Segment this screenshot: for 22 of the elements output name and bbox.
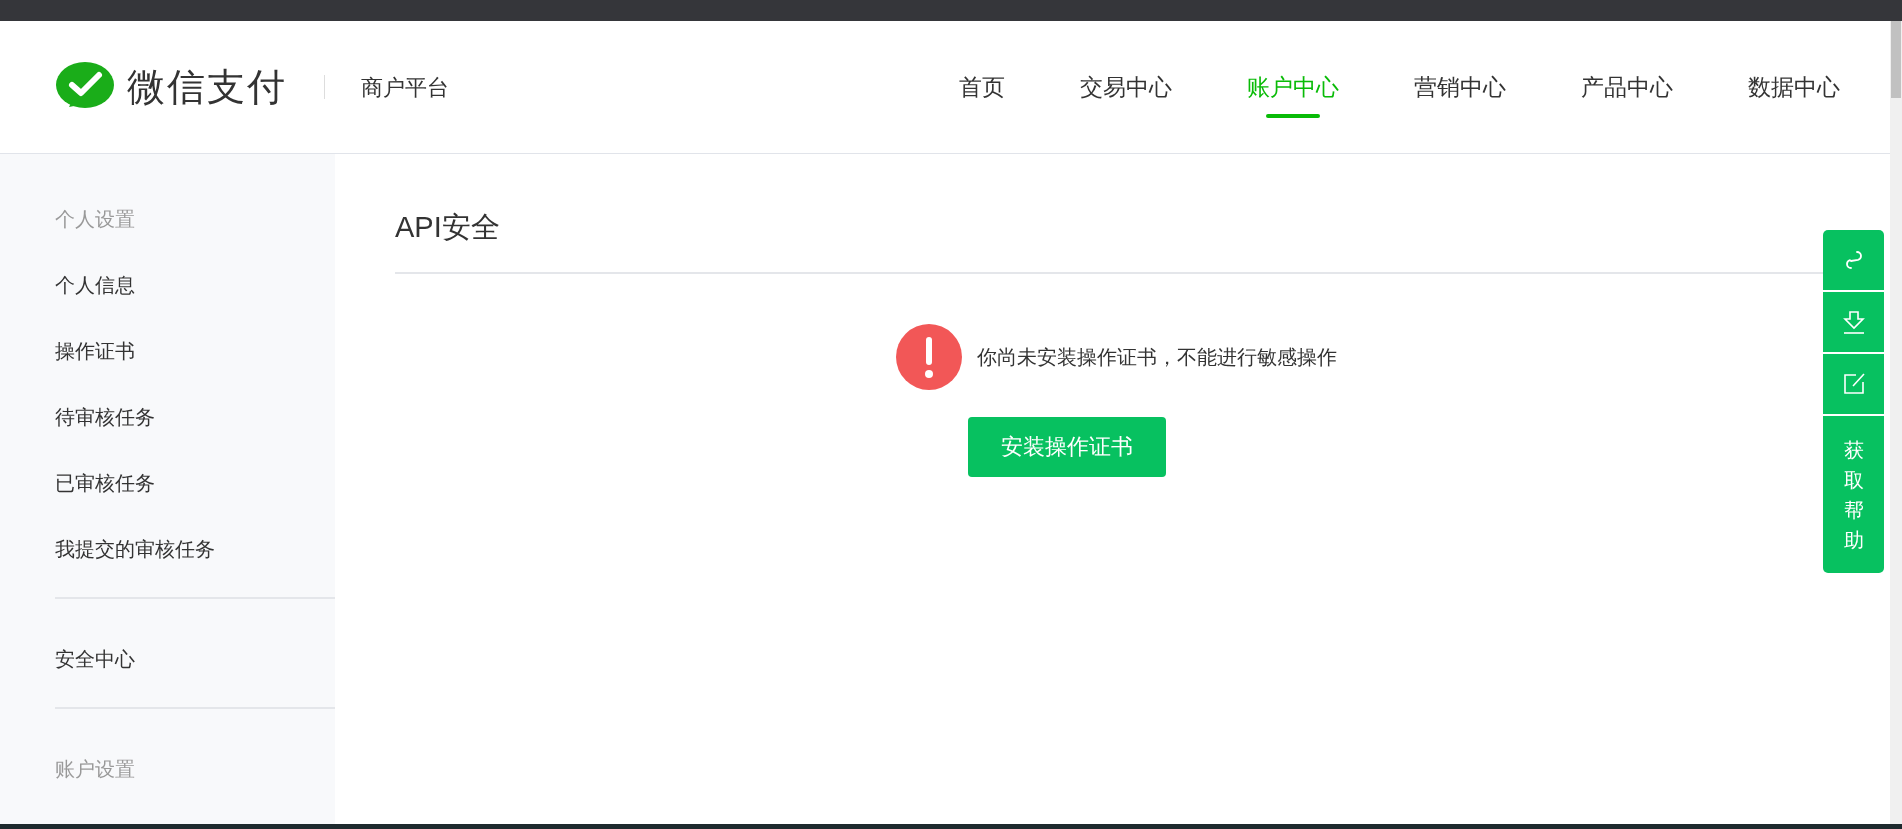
nav-tab[interactable]: 产品中心 — [1581, 55, 1673, 119]
sidebar-item[interactable]: 待审核任务 — [55, 397, 155, 437]
sidebar-section-title: 个人设置 — [55, 207, 136, 232]
brand-name: 微信支付 — [127, 64, 287, 110]
warning-icon — [896, 323, 962, 390]
download-button[interactable] — [1823, 292, 1884, 352]
sidebar-section-title: 账户设置 — [55, 757, 136, 782]
alert-message: 你尚未安装操作证书，不能进行敏感操作 — [977, 344, 1337, 370]
nav-tab[interactable]: 交易中心 — [1080, 55, 1172, 119]
nav-tab[interactable]: 首页 — [959, 55, 1005, 119]
sidebar-item[interactable]: 操作证书 — [55, 331, 135, 371]
sidebar-item[interactable]: 我提交的审核任务 — [55, 529, 215, 569]
brand-subtitle: 商户平台 — [361, 73, 449, 102]
download-icon — [1842, 310, 1865, 334]
sidebar-item[interactable]: 个人信息 — [55, 265, 135, 305]
nav-tab[interactable]: 数据中心 — [1748, 55, 1840, 119]
sidebar-item[interactable]: 安全中心 — [55, 639, 135, 679]
nav-tab[interactable]: 营销中心 — [1414, 55, 1506, 119]
sidebar-item[interactable]: 已审核任务 — [55, 463, 155, 503]
link-button[interactable] — [1823, 230, 1884, 290]
edit-icon — [1841, 372, 1866, 396]
edit-button[interactable] — [1823, 354, 1884, 414]
